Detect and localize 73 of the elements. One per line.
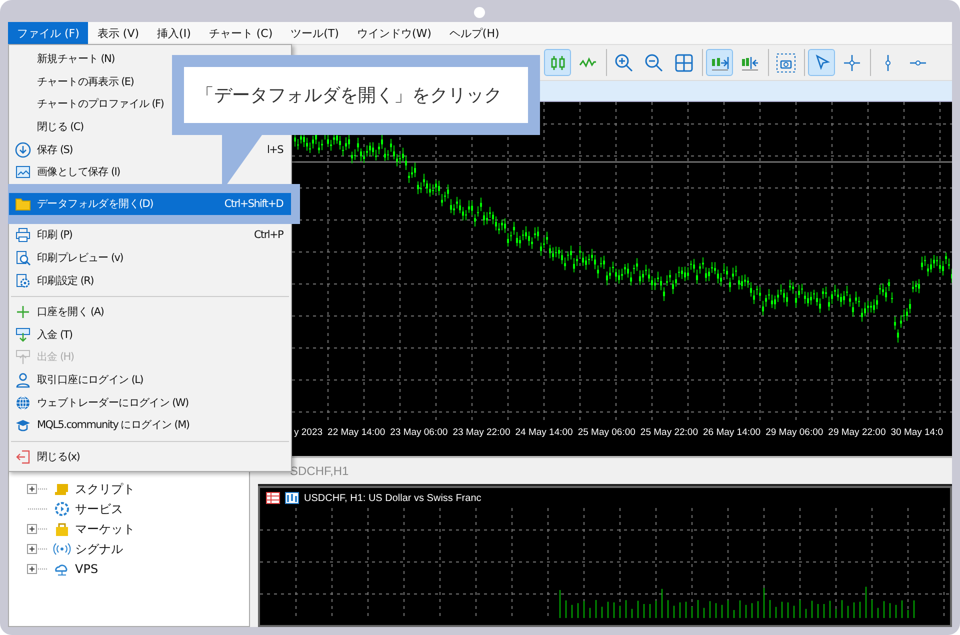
chart-symbol-label: USDCHF, H1: US Dollar vs Swiss Franc bbox=[304, 492, 482, 504]
time-axis-label: 29 May 22:00 bbox=[828, 426, 886, 438]
time-axis-label: 30 May 14:0 bbox=[890, 426, 944, 438]
scroll-icon bbox=[53, 481, 71, 497]
time-axis-label: 24 May 14:00 bbox=[515, 426, 573, 438]
menu-item[interactable]: 挿入(I) bbox=[148, 22, 200, 44]
time-axis-label: 29 May 06:00 bbox=[766, 426, 824, 438]
printer-icon bbox=[15, 227, 31, 244]
menu-entry[interactable]: 入金 (T) bbox=[9, 324, 291, 346]
navigator-item[interactable]: シグナル bbox=[75, 540, 123, 558]
toolbar-button[interactable] bbox=[808, 49, 835, 76]
expand-plus-icon[interactable] bbox=[27, 544, 49, 554]
menu-entry[interactable]: 閉じる(x) bbox=[9, 446, 291, 468]
grid-icon bbox=[674, 52, 694, 72]
horizontal-line-icon bbox=[910, 60, 926, 66]
shopping-bag-icon bbox=[53, 521, 71, 537]
time-axis-label: 22 May 14:00 bbox=[328, 426, 386, 438]
vertical-line-icon bbox=[884, 54, 890, 70]
broadcast-icon bbox=[53, 541, 71, 557]
camera-icon bbox=[776, 52, 796, 72]
image-icon bbox=[15, 164, 31, 180]
menu-entry[interactable]: 印刷 (P) Ctrl+P bbox=[9, 224, 291, 247]
toolbar-button[interactable] bbox=[706, 49, 733, 76]
expand-plus-icon[interactable] bbox=[27, 524, 49, 534]
exit-icon bbox=[15, 448, 31, 465]
time-axis-label: 23 May 06:00 bbox=[390, 426, 448, 438]
navigator-item[interactable]: サービス bbox=[75, 500, 123, 518]
withdraw-icon bbox=[15, 349, 31, 366]
menu-entry[interactable]: 保存 (S) l+S bbox=[9, 138, 291, 161]
time-axis-label: 26 May 14:00 bbox=[703, 426, 761, 438]
menu-entry[interactable]: MQL5.community にログイン (M) bbox=[9, 414, 291, 436]
crosshair-icon bbox=[842, 52, 862, 72]
menu-entry[interactable]: 取引口座にログイン (L) bbox=[9, 368, 291, 392]
plus-icon bbox=[15, 304, 31, 320]
user-icon bbox=[15, 372, 31, 388]
menu-entry[interactable]: 口座を開く (A) bbox=[9, 300, 291, 324]
navigator-item[interactable]: マーケット bbox=[75, 520, 135, 538]
chart-window-title: SDCHF,H1 bbox=[290, 464, 349, 478]
gear-page-icon bbox=[15, 272, 31, 289]
menu-item[interactable]: チャート (C) bbox=[200, 22, 282, 44]
menu-item[interactable]: ツール(T) bbox=[282, 22, 348, 44]
chart-icon bbox=[285, 492, 299, 504]
camera-dot bbox=[474, 7, 485, 18]
gear-icon bbox=[53, 501, 71, 517]
graduation-cap-icon bbox=[15, 417, 31, 434]
callout-pointer-tooltip bbox=[222, 135, 262, 187]
time-axis-label: 25 May 22:00 bbox=[640, 426, 698, 438]
navigator-item[interactable]: VPS bbox=[75, 562, 98, 576]
download-icon bbox=[15, 142, 31, 158]
menu-item[interactable]: 表示 (V) bbox=[88, 22, 148, 44]
magnifier-page-icon bbox=[15, 250, 31, 266]
expand-plus-icon[interactable] bbox=[27, 564, 49, 574]
expand-plus-icon[interactable] bbox=[27, 484, 49, 494]
deposit-icon bbox=[15, 326, 31, 343]
time-axis-label: 25 May 06:00 bbox=[578, 426, 636, 438]
globe-icon bbox=[15, 394, 31, 411]
menu-item[interactable]: ヘルプ(H) bbox=[440, 22, 508, 44]
toolbar-button[interactable] bbox=[544, 49, 571, 76]
menu-entry[interactable]: 印刷設定 (R) bbox=[9, 269, 291, 292]
menu-entry[interactable]: 画像として保存 (I) bbox=[9, 160, 291, 184]
time-axis-label: 23 May 22:00 bbox=[452, 426, 510, 438]
menu-entry[interactable]: 印刷プレビュー (v) bbox=[9, 246, 291, 270]
menu-item[interactable]: ウインドウ(W) bbox=[348, 22, 440, 44]
menu-item[interactable]: ファイル (F) bbox=[8, 22, 88, 44]
menu-entry[interactable]: データフォルダを開く(D) Ctrl+Shift+D bbox=[9, 192, 291, 216]
navigator-item[interactable]: スクリプト bbox=[75, 480, 135, 498]
time-axis-label: y 2023 bbox=[294, 426, 323, 438]
callout-tooltip: 「データフォルダを開く」をクリック bbox=[172, 55, 540, 135]
folder-icon bbox=[15, 196, 31, 212]
zoom-in-icon bbox=[614, 52, 634, 72]
menu-entry[interactable]: ウェブトレーダーにログイン (W) bbox=[9, 391, 291, 414]
zoom-out-icon bbox=[644, 52, 664, 72]
table-icon bbox=[266, 492, 280, 504]
